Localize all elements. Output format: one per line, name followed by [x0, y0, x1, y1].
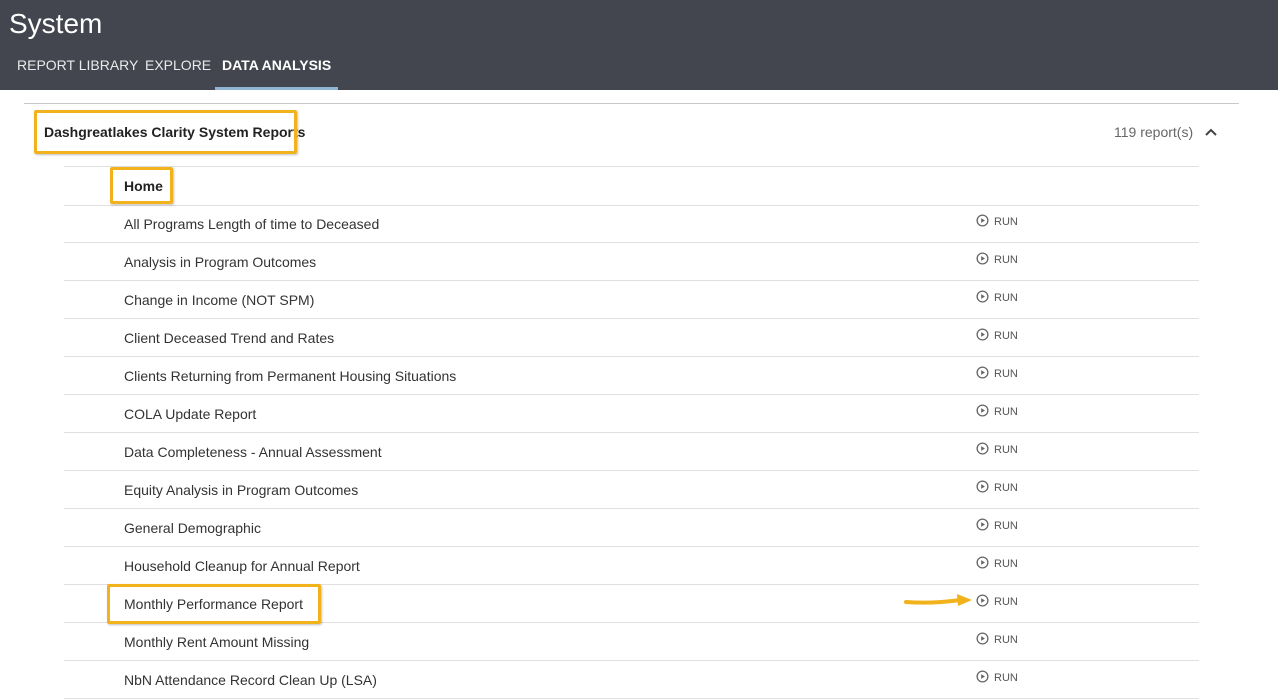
run-label: RUN: [994, 368, 1018, 380]
report-name[interactable]: Monthly Rent Amount Missing: [124, 633, 309, 651]
report-name[interactable]: Clients Returning from Permanent Housing…: [124, 367, 456, 385]
report-row: Clients Returning from Permanent Housing…: [64, 357, 1199, 395]
run-label: RUN: [994, 292, 1018, 304]
run-label: RUN: [994, 406, 1018, 418]
folder-name: Home: [124, 178, 163, 194]
run-button[interactable]: RUN: [976, 670, 1018, 686]
play-circle-icon: [976, 328, 989, 341]
play-circle-icon: [976, 214, 989, 227]
play-circle-icon: [976, 404, 989, 417]
report-name[interactable]: All Programs Length of time to Deceased: [124, 215, 379, 233]
report-row: Analysis in Program Outcomes RUN: [64, 243, 1199, 281]
play-circle-icon: [976, 442, 989, 455]
report-name[interactable]: NbN Attendance Record Clean Up (LSA): [124, 671, 377, 689]
report-row: Household Cleanup for Annual Report RUN: [64, 547, 1199, 585]
report-name[interactable]: Equity Analysis in Program Outcomes: [124, 481, 358, 499]
tab-explore[interactable]: EXPLORE: [145, 56, 211, 87]
run-button[interactable]: RUN: [976, 442, 1018, 458]
report-name[interactable]: Monthly Performance Report: [124, 595, 303, 613]
section-divider: [24, 103, 1239, 104]
run-label: RUN: [994, 444, 1018, 456]
play-circle-icon: [976, 480, 989, 493]
report-name[interactable]: General Demographic: [124, 519, 261, 537]
run-button[interactable]: RUN: [976, 290, 1018, 306]
report-row: Data Completeness - Annual Assessment RUN: [64, 433, 1199, 471]
report-row: Monthly Performance Report RUN: [64, 585, 1199, 623]
report-name[interactable]: Client Deceased Trend and Rates: [124, 329, 334, 347]
report-row: Equity Analysis in Program Outcomes RUN: [64, 471, 1199, 509]
run-label: RUN: [994, 596, 1018, 608]
report-row: Change in Income (NOT SPM) RUN: [64, 281, 1199, 319]
run-button[interactable]: RUN: [976, 404, 1018, 420]
play-circle-icon: [976, 252, 989, 265]
run-button[interactable]: RUN: [976, 366, 1018, 382]
run-label: RUN: [994, 558, 1018, 570]
run-button[interactable]: RUN: [976, 632, 1018, 648]
page-title: System: [9, 8, 103, 39]
run-button[interactable]: RUN: [976, 556, 1018, 572]
report-name[interactable]: Analysis in Program Outcomes: [124, 253, 316, 271]
report-row: General Demographic RUN: [64, 509, 1199, 547]
tab-report-library[interactable]: REPORT LIBRARY: [17, 56, 138, 87]
report-row: Client Deceased Trend and Rates RUN: [64, 319, 1199, 357]
report-count: 119 report(s): [1114, 124, 1194, 140]
play-circle-icon: [976, 594, 989, 607]
run-label: RUN: [994, 634, 1018, 646]
report-name[interactable]: Household Cleanup for Annual Report: [124, 557, 360, 575]
run-button[interactable]: RUN: [976, 328, 1018, 344]
run-label: RUN: [994, 672, 1018, 684]
run-label: RUN: [994, 254, 1018, 266]
report-group-title[interactable]: Dashgreatlakes Clarity System Reports: [44, 123, 305, 141]
app-header: System REPORT LIBRARY EXPLORE DATA ANALY…: [0, 0, 1278, 90]
report-row: NbN Attendance Record Clean Up (LSA) RUN: [64, 661, 1199, 699]
chevron-up-icon[interactable]: [1203, 124, 1219, 140]
play-circle-icon: [976, 290, 989, 303]
folder-row: Home: [64, 166, 1199, 206]
run-label: RUN: [994, 216, 1018, 228]
report-name[interactable]: COLA Update Report: [124, 405, 256, 423]
play-circle-icon: [976, 670, 989, 683]
tab-data-analysis[interactable]: DATA ANALYSIS: [215, 56, 339, 90]
run-label: RUN: [994, 330, 1018, 342]
run-button[interactable]: RUN: [976, 518, 1018, 534]
run-button[interactable]: RUN: [976, 480, 1018, 496]
play-circle-icon: [976, 632, 989, 645]
run-button[interactable]: RUN: [976, 214, 1018, 230]
run-label: RUN: [994, 482, 1018, 494]
report-row: Monthly Rent Amount Missing RUN: [64, 623, 1199, 661]
report-name[interactable]: Change in Income (NOT SPM): [124, 291, 314, 309]
report-row: COLA Update Report RUN: [64, 395, 1199, 433]
pointer-arrow-icon: [904, 594, 972, 606]
run-label: RUN: [994, 520, 1018, 532]
report-name[interactable]: Data Completeness - Annual Assessment: [124, 443, 382, 461]
run-button[interactable]: RUN: [976, 252, 1018, 268]
run-button[interactable]: RUN: [976, 594, 1018, 610]
play-circle-icon: [976, 518, 989, 531]
report-row: All Programs Length of time to Deceased R…: [64, 205, 1199, 243]
play-circle-icon: [976, 366, 989, 379]
play-circle-icon: [976, 556, 989, 569]
